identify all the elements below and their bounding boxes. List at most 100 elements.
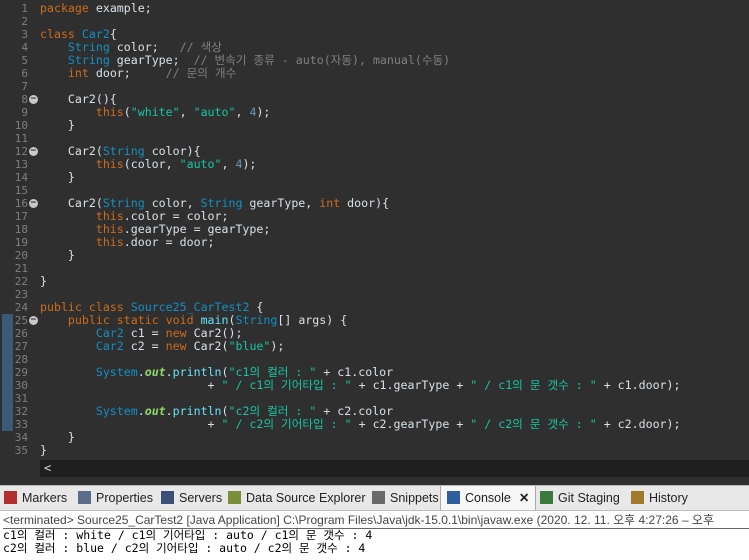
code-line[interactable]: } xyxy=(40,444,47,457)
horizontal-scrollbar[interactable]: < xyxy=(40,460,749,477)
indent-whitespace-marker xyxy=(40,157,96,171)
line-number-row[interactable]: 1 xyxy=(0,2,40,15)
debug-marker[interactable] xyxy=(2,353,13,366)
debug-marker[interactable] xyxy=(2,327,13,340)
line-number: 35 xyxy=(14,444,28,457)
tab-console[interactable]: Console ✕ xyxy=(440,486,537,511)
tab-data-source-explorer[interactable]: Data Source Explorer xyxy=(228,486,366,511)
line-number-row[interactable]: 6 xyxy=(0,67,40,80)
line-number-row[interactable]: 34 xyxy=(0,431,40,444)
tab-label: Markers xyxy=(22,491,68,505)
code-line[interactable]: + " / c1의 기어타입 : " + c1.gearType + " / c… xyxy=(40,379,681,392)
line-number: 16 xyxy=(14,197,28,210)
tab-markers[interactable]: Markers xyxy=(4,486,67,511)
line-number-row[interactable]: 26 xyxy=(0,327,40,340)
line-number-row[interactable]: 19 xyxy=(0,236,40,249)
tab-history[interactable]: History xyxy=(631,486,688,511)
indent-whitespace-marker xyxy=(40,196,68,210)
code-line[interactable]: int door; // 문의 개수 xyxy=(40,67,236,80)
code-line[interactable]: } xyxy=(40,275,47,288)
line-number-row[interactable]: 11 xyxy=(0,132,40,145)
line-number-row[interactable]: 24 xyxy=(0,301,40,314)
console-view[interactable]: <terminated> Source25_CarTest2 [Java App… xyxy=(0,510,749,560)
line-number-row[interactable]: 30 xyxy=(0,379,40,392)
debug-marker[interactable] xyxy=(2,405,13,418)
code-token: Car2( xyxy=(186,339,229,353)
scroll-left-arrow-icon[interactable]: < xyxy=(44,460,51,477)
line-number-row[interactable]: 2 xyxy=(0,15,40,28)
tab-label: Properties xyxy=(96,491,153,505)
tab-properties[interactable]: Properties xyxy=(78,486,153,511)
line-number-row[interactable]: 21 xyxy=(0,262,40,275)
code-area[interactable]: package example; class Car2{ String color… xyxy=(40,0,749,460)
debug-marker[interactable] xyxy=(2,314,13,327)
line-number-row[interactable]: 32 xyxy=(0,405,40,418)
debug-marker[interactable] xyxy=(2,418,13,431)
indent-whitespace-marker xyxy=(40,430,68,444)
close-icon[interactable]: ✕ xyxy=(519,491,529,505)
tab-label: Data Source Explorer xyxy=(246,491,366,505)
line-number-row[interactable]: 25− xyxy=(0,314,40,327)
line-number-row[interactable]: 28 xyxy=(0,353,40,366)
line-number-row[interactable]: 29 xyxy=(0,366,40,379)
code-token: new xyxy=(165,326,187,340)
line-number-row[interactable]: 12− xyxy=(0,145,40,158)
line-number-row[interactable]: 9 xyxy=(0,106,40,119)
code-token: door){ xyxy=(340,196,390,210)
debug-marker[interactable] xyxy=(2,379,13,392)
tab-servers[interactable]: Servers xyxy=(161,486,222,511)
debug-marker[interactable] xyxy=(2,392,13,405)
code-token: + c2.gearType + xyxy=(351,417,471,431)
code-line[interactable]: package example; xyxy=(40,2,152,15)
tab-git-staging[interactable]: Git Staging xyxy=(540,486,620,511)
history-icon xyxy=(631,491,644,504)
code-line[interactable]: + " / c2의 기어타입 : " + c2.gearType + " / c… xyxy=(40,418,681,431)
line-number-row[interactable]: 13 xyxy=(0,158,40,171)
code-token: println xyxy=(172,365,222,379)
line-number: 34 xyxy=(14,431,28,444)
line-number-row[interactable]: 18 xyxy=(0,223,40,236)
code-token: . xyxy=(137,404,145,418)
line-number-row[interactable]: 10 xyxy=(0,119,40,132)
code-token: example; xyxy=(88,1,152,15)
debug-marker[interactable] xyxy=(2,340,13,353)
code-token: Car2 xyxy=(95,326,124,340)
line-number-row[interactable]: 7 xyxy=(0,80,40,93)
code-token: package xyxy=(40,1,89,15)
line-number-row[interactable]: 14 xyxy=(0,171,40,184)
indent-whitespace-marker xyxy=(40,209,96,223)
code-token: println xyxy=(172,404,222,418)
line-number-row[interactable]: 35 xyxy=(0,444,40,457)
line-number-row[interactable]: 8− xyxy=(0,93,40,106)
line-number-row[interactable]: 15 xyxy=(0,184,40,197)
line-number-row[interactable]: 27 xyxy=(0,340,40,353)
line-number-row[interactable]: 33 xyxy=(0,418,40,431)
line-number-row[interactable]: 31 xyxy=(0,392,40,405)
tab-snippets[interactable]: Snippets xyxy=(372,486,439,511)
line-number-row[interactable]: 16− xyxy=(0,197,40,210)
line-number-row[interactable]: 3 xyxy=(0,28,40,41)
code-token: door; xyxy=(88,66,166,80)
line-number-row[interactable]: 4 xyxy=(0,41,40,54)
code-token: // 변속기 종류 - auto(자동), manual(수동) xyxy=(193,53,451,67)
line-number-row[interactable]: 17 xyxy=(0,210,40,223)
data-source-explorer-icon xyxy=(228,491,241,504)
snippets-icon xyxy=(372,491,385,504)
code-token: String xyxy=(235,313,278,327)
line-number-row[interactable]: 5 xyxy=(0,54,40,67)
collapse-fold-icon[interactable]: − xyxy=(29,199,38,208)
code-editor[interactable]: 1 2 3 4 5 6 7 8−9 10 11 12−13 14 15 16−17 18 19 20 21 22 23… xyxy=(0,0,749,460)
code-token: gearType, xyxy=(242,196,320,210)
line-number: 14 xyxy=(14,171,28,184)
line-number-row[interactable]: 22 xyxy=(0,275,40,288)
line-number-row[interactable]: 20 xyxy=(0,249,40,262)
line-number-row[interactable]: 23 xyxy=(0,288,40,301)
debug-marker[interactable] xyxy=(2,366,13,379)
collapse-fold-icon[interactable]: − xyxy=(29,95,38,104)
collapse-fold-icon[interactable]: − xyxy=(29,316,38,325)
code-token: out xyxy=(144,404,166,418)
console-output[interactable]: c1의 컬러 : white / c1의 기어타입 : auto / c1의 문… xyxy=(3,528,749,559)
collapse-fold-icon[interactable]: − xyxy=(29,147,38,156)
code-token: } xyxy=(67,170,75,184)
